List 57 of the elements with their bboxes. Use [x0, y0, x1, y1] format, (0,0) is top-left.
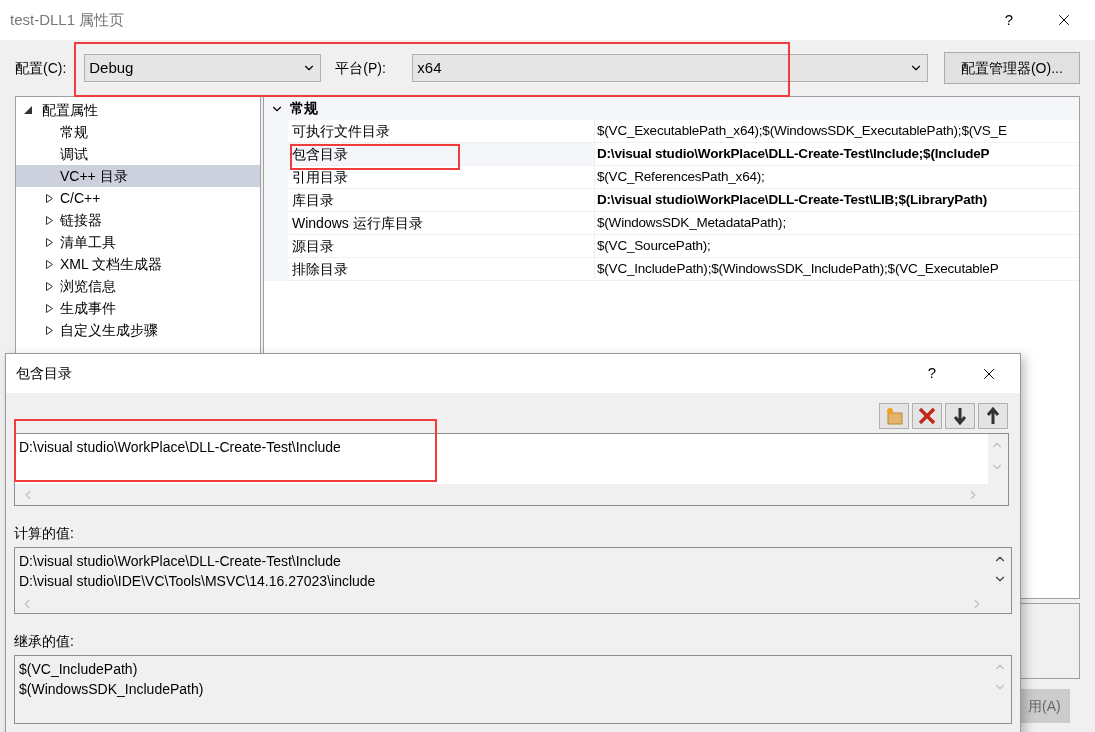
property-name[interactable]: 可执行文件目录: [288, 120, 594, 143]
collapsed-triangle-icon[interactable]: [46, 215, 53, 225]
tree-item[interactable]: 浏览信息: [16, 275, 260, 297]
path-line: $(WindowsSDK_IncludePath): [19, 680, 204, 699]
config-dropdown[interactable]: Debug: [84, 54, 322, 82]
collapsed-triangle-icon[interactable]: [46, 237, 53, 247]
platform-dropdown[interactable]: x64: [412, 54, 928, 82]
property-name[interactable]: 源目录: [288, 235, 594, 258]
tree-item[interactable]: 链接器: [16, 209, 260, 231]
help-button[interactable]: ?: [927, 362, 936, 385]
new-folder-icon: [884, 406, 904, 426]
collapsed-triangle-icon[interactable]: [46, 325, 53, 335]
property-name[interactable]: Windows 运行库目录: [288, 212, 594, 235]
path-line: D:\visual studio\WorkPlace\DLL-Create-Test\Include: [19, 552, 341, 571]
dialog-title: 包含目录: [16, 364, 72, 383]
toolbar-button[interactable]: [945, 403, 975, 429]
config-label: 配置(C):: [15, 58, 68, 78]
path-line: D:\visual studio\IDE\VC\Tools\MSVC\14.16.27023\include: [19, 572, 376, 591]
property-value[interactable]: $(VC_ExecutablePath_x64);$(WindowsSDK_ExecutablePath);$(VS_E: [594, 120, 1079, 143]
collapsed-triangle-icon[interactable]: [46, 259, 53, 269]
help-button[interactable]: ?: [1004, 8, 1013, 32]
computed-values-box[interactable]: D:\visual studio\WorkPlace\DLL-Create-Test\Include D:\visual studio\IDE\VC\Tools\MSVC\14.16.27023\include: [14, 547, 1012, 614]
tree-item[interactable]: 自定义生成步骤: [16, 319, 260, 341]
property-name[interactable]: 库目录: [288, 189, 594, 212]
tree-item[interactable]: 配置属性: [16, 99, 260, 121]
expanded-triangle-icon[interactable]: [24, 106, 32, 114]
collapsed-triangle-icon[interactable]: [46, 303, 53, 313]
property-value[interactable]: D:\visual studio\WorkPlace\DLL-Create-Test\LIB;$(LibraryPath): [594, 189, 1079, 212]
property-name[interactable]: 排除目录: [288, 258, 594, 281]
up-arrow-icon: [985, 406, 1001, 426]
property-name[interactable]: 引用目录: [288, 166, 594, 189]
tree-item[interactable]: VC++ 目录: [16, 165, 260, 187]
property-value[interactable]: $(VC_IncludePath);$(WindowsSDK_IncludePath);$(VC_ExecutableP: [594, 258, 1079, 281]
platform-label: 平台(P):: [335, 58, 387, 78]
config-manager-button[interactable]: 配置管理器(O)...: [943, 52, 1080, 84]
computed-label: 计算的值:: [14, 524, 75, 543]
tree-item[interactable]: 生成事件: [16, 297, 260, 319]
property-value[interactable]: $(VC_SourcePath);: [594, 235, 1079, 258]
property-value[interactable]: $(WindowsSDK_MetadataPath);: [594, 212, 1079, 235]
path-line: D:\visual studio\WorkPlace\DLL-Create-Test\Include: [19, 438, 342, 457]
window-title: test-DLL1 属性页: [10, 9, 125, 30]
toolbar-button[interactable]: [978, 403, 1008, 429]
inherited-label: 继承的值:: [14, 632, 75, 651]
property-value[interactable]: D:\visual studio\WorkPlace\DLL-Create-Test\Include;$(IncludeP: [594, 143, 1079, 166]
property-value[interactable]: $(VC_ReferencesPath_x64);: [594, 166, 1079, 189]
down-arrow-icon: [952, 406, 968, 426]
tree-item[interactable]: C/C++: [16, 187, 260, 209]
delete-icon: [917, 406, 937, 426]
collapsed-triangle-icon[interactable]: [46, 281, 53, 291]
path-line: $(VC_IncludePath): [19, 660, 138, 679]
category-row[interactable]: 常规: [264, 97, 1079, 120]
collapsed-triangle-icon[interactable]: [46, 193, 53, 203]
toolbar-button[interactable]: [912, 403, 942, 429]
tree-item[interactable]: 清单工具: [16, 231, 260, 253]
tree-item[interactable]: 调试: [16, 143, 260, 165]
tree-item[interactable]: 常规: [16, 121, 260, 143]
tree-item[interactable]: XML 文档生成器: [16, 253, 260, 275]
